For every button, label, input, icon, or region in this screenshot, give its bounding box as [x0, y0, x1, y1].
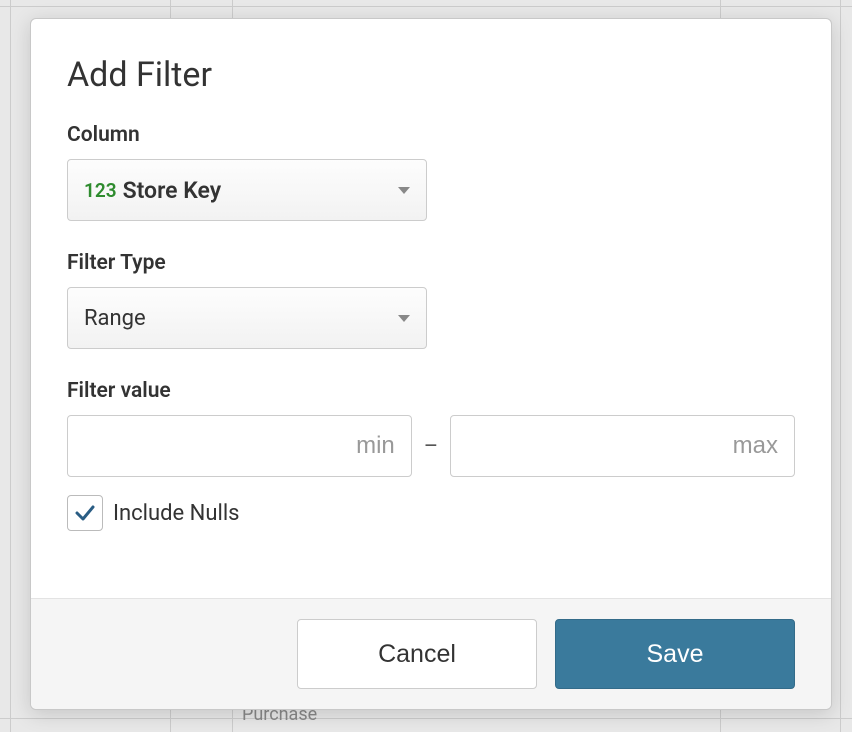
filter-type-select-value: Range	[84, 306, 398, 331]
column-label: Column	[67, 123, 795, 147]
column-select-value: Store Key	[123, 177, 398, 204]
modal-body: Add Filter Column 123 Store Key Filter T…	[31, 19, 831, 598]
range-row: –	[67, 415, 795, 477]
include-nulls-checkbox[interactable]	[67, 495, 103, 531]
cancel-button[interactable]: Cancel	[297, 619, 537, 689]
filter-type-label: Filter Type	[67, 251, 795, 275]
include-nulls-label: Include Nulls	[113, 501, 240, 526]
column-select[interactable]: 123 Store Key	[67, 159, 427, 221]
modal-footer: Cancel Save	[31, 598, 831, 709]
min-input[interactable]	[67, 415, 412, 477]
column-field-group: Column 123 Store Key	[67, 123, 795, 221]
numeric-type-icon: 123	[84, 179, 117, 202]
save-button[interactable]: Save	[555, 619, 795, 689]
range-separator: –	[424, 434, 438, 459]
check-icon	[73, 501, 97, 525]
chevron-down-icon	[398, 187, 410, 194]
modal-title: Add Filter	[67, 55, 795, 95]
filter-type-field-group: Filter Type Range	[67, 251, 795, 349]
filter-type-select[interactable]: Range	[67, 287, 427, 349]
add-filter-modal: Add Filter Column 123 Store Key Filter T…	[30, 18, 832, 710]
filter-value-label: Filter value	[67, 379, 795, 403]
filter-value-field-group: Filter value – Include Nulls	[67, 379, 795, 531]
chevron-down-icon	[398, 315, 410, 322]
max-input[interactable]	[450, 415, 795, 477]
include-nulls-row: Include Nulls	[67, 495, 795, 531]
